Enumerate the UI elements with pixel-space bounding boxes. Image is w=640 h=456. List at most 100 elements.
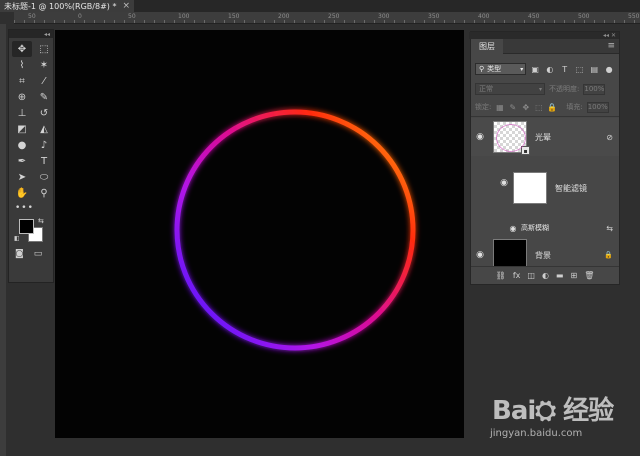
screen-mode-icon[interactable]: ▭: [34, 249, 43, 259]
visibility-eye-icon[interactable]: ◉: [471, 250, 489, 260]
ruler-label: 350: [428, 13, 440, 20]
ruler-label: 50: [28, 13, 36, 20]
swap-colors-icon[interactable]: ⇆: [38, 217, 44, 225]
layer-filter-row: ⚲ 类型 ▾ ▣ ◐ T ⬚ ▤ ●: [471, 62, 619, 76]
tab-layers[interactable]: 图层: [471, 39, 503, 54]
foreground-color-swatch[interactable]: [19, 219, 34, 234]
layer-name[interactable]: 背景: [535, 250, 551, 261]
smart-object-icon: ⊘: [606, 132, 613, 142]
visibility-eye-icon[interactable]: ◉: [507, 224, 519, 233]
layer-name[interactable]: 高斯模糊: [521, 223, 549, 233]
tools-panel: ◂◂ ✥ ⬚ ⌇ ✶ ⌗ ⁄ ⊕ ✎ ⊥ ↺ ◩ ◭ ● ♪ ✒ T ➤ ⬭ ✋ ⚲ ••• ⇆ ◧ ◙ ▭: [8, 29, 54, 283]
lock-transparent-icon[interactable]: ▦: [495, 103, 504, 112]
pen-tool-icon[interactable]: ✒: [12, 153, 32, 169]
type-layer-filter-icon[interactable]: T: [559, 63, 571, 75]
history-brush-tool-icon[interactable]: ↺: [34, 105, 54, 121]
layer-thumbnail: ▪: [493, 121, 530, 155]
crop-tool-icon[interactable]: ⌗: [12, 73, 32, 89]
layer-row-glow[interactable]: ◉ ▪ 光晕 ⊘: [471, 118, 619, 156]
panel-menu-icon[interactable]: ≡: [607, 41, 615, 51]
layer-name[interactable]: 智能滤镜: [555, 183, 587, 194]
hand-tool-icon[interactable]: ✋: [12, 185, 32, 201]
lock-row: 锁定: ▦ ✎ ✥ ⬚ 🔒 填充: 100%: [471, 100, 619, 114]
opacity-field[interactable]: 100%: [583, 83, 606, 95]
ruler-label: 550: [628, 13, 640, 20]
collapse-icon[interactable]: ◂◂: [44, 31, 50, 38]
ruler-label: 100: [178, 13, 190, 20]
new-layer-icon[interactable]: ⊞: [570, 271, 577, 280]
vertical-ruler: [0, 24, 6, 456]
zoom-tool-icon[interactable]: ⚲: [34, 185, 54, 201]
chevron-down-icon: ▾: [520, 65, 524, 73]
new-group-icon[interactable]: ▬: [556, 271, 564, 280]
panel-tab-row: 图层 ≡: [471, 39, 619, 54]
filter-toggle-icon[interactable]: ●: [603, 63, 615, 75]
paint-bucket-tool-icon[interactable]: ◭: [34, 121, 54, 137]
lock-image-icon[interactable]: ✎: [508, 103, 517, 112]
layers-panel: ◂◂ ✕ 图层 ≡ ⚲ 类型 ▾ ▣ ◐ T ⬚ ▤ ● 正常 ▾ 不透明度: …: [469, 31, 620, 285]
kind-filter-value: 类型: [487, 65, 502, 73]
add-mask-icon[interactable]: ◫: [527, 271, 535, 280]
chevron-down-icon: ▾: [538, 85, 542, 93]
blur-tool-icon[interactable]: ●: [12, 137, 32, 153]
filter-options-icon[interactable]: ⇆: [606, 224, 613, 233]
ruler-label: 450: [528, 13, 540, 20]
close-icon[interactable]: ×: [122, 1, 130, 11]
ruler-label: 500: [578, 13, 590, 20]
shape-layer-filter-icon[interactable]: ⬚: [574, 63, 586, 75]
baidu-watermark: Bai⛭ 经验 jingyan.baidu.com: [490, 380, 640, 450]
layer-row-gaussian-blur[interactable]: ◉ 高斯模糊 ⇆: [471, 222, 619, 234]
horizontal-ruler: 50 0 50 100 150 200 250 300 350 400 450 500 550: [14, 12, 640, 24]
link-layers-icon[interactable]: ⛓: [496, 271, 506, 280]
move-tool-icon[interactable]: ✥: [12, 41, 32, 57]
baidu-logo: Bai⛭ 经验: [492, 396, 614, 426]
path-selection-tool-icon[interactable]: ➤: [12, 169, 32, 185]
layer-style-icon[interactable]: fx: [513, 271, 521, 280]
tools-bottom-row: ◙ ▭: [9, 247, 53, 259]
visibility-eye-icon[interactable]: ◉: [495, 178, 513, 188]
ruler-label: 200: [278, 13, 290, 20]
ellipse-tool-icon[interactable]: ⬭: [34, 169, 54, 185]
marquee-tool-icon[interactable]: ⬚: [34, 41, 54, 57]
ruler-label: 250: [328, 13, 340, 20]
default-colors-icon[interactable]: ◧: [14, 235, 20, 242]
watermark-url: jingyan.baidu.com: [490, 428, 583, 439]
lock-position-icon[interactable]: ✥: [521, 103, 530, 112]
adjustment-layer-icon[interactable]: ◐: [542, 271, 549, 280]
clone-stamp-tool-icon[interactable]: ⊥: [12, 105, 32, 121]
eyedropper-tool-icon[interactable]: ⁄: [34, 73, 54, 89]
color-swatches: ⇆ ◧: [9, 215, 53, 247]
fill-field[interactable]: 100%: [586, 101, 609, 113]
smart-object-filter-icon[interactable]: ▤: [588, 63, 600, 75]
lasso-tool-icon[interactable]: ⌇: [12, 57, 32, 73]
kind-search-icon: ⚲: [479, 65, 485, 73]
eraser-tool-icon[interactable]: ◩: [12, 121, 32, 137]
dodge-tool-icon[interactable]: ♪: [34, 137, 54, 153]
document-canvas[interactable]: [55, 30, 464, 438]
tool-grid: ✥ ⬚ ⌇ ✶ ⌗ ⁄ ⊕ ✎ ⊥ ↺ ◩ ◭ ● ♪ ✒ T ➤ ⬭ ✋ ⚲: [9, 38, 53, 201]
blend-mode-select[interactable]: 正常 ▾: [475, 83, 545, 95]
visibility-eye-icon[interactable]: ◉: [471, 132, 489, 142]
kind-filter-select[interactable]: ⚲ 类型 ▾: [475, 63, 527, 75]
smart-object-badge-icon: ▪: [521, 146, 530, 155]
pixel-layer-filter-icon[interactable]: ▣: [529, 63, 541, 75]
layer-row-smart-filters[interactable]: ◉ 智能滤镜: [471, 156, 619, 220]
layer-name[interactable]: 光晕: [535, 132, 551, 143]
type-tool-icon[interactable]: T: [34, 153, 54, 169]
magic-wand-tool-icon[interactable]: ✶: [34, 57, 54, 73]
edit-toolbar-icon[interactable]: •••: [9, 201, 53, 213]
quick-mask-icon[interactable]: ◙: [15, 249, 24, 259]
document-tab-title: 未标题-1 @ 100%(RGB/8#) *: [4, 1, 117, 11]
panel-collapse-bar[interactable]: ◂◂ ✕: [469, 32, 619, 39]
lock-artboard-icon[interactable]: ⬚: [534, 103, 543, 112]
tools-panel-header[interactable]: ◂◂: [9, 30, 53, 38]
healing-brush-tool-icon[interactable]: ⊕: [12, 89, 32, 105]
brush-tool-icon[interactable]: ✎: [34, 89, 54, 105]
filter-mask-thumbnail: [513, 172, 547, 204]
lock-all-icon[interactable]: 🔒: [547, 103, 557, 112]
document-tab[interactable]: 未标题-1 @ 100%(RGB/8#) * ×: [0, 0, 134, 12]
delete-layer-icon[interactable]: 🗑: [584, 271, 594, 280]
blend-mode-value: 正常: [479, 85, 493, 93]
adjustment-layer-filter-icon[interactable]: ◐: [544, 63, 556, 75]
ruler-label: 0: [78, 13, 82, 20]
